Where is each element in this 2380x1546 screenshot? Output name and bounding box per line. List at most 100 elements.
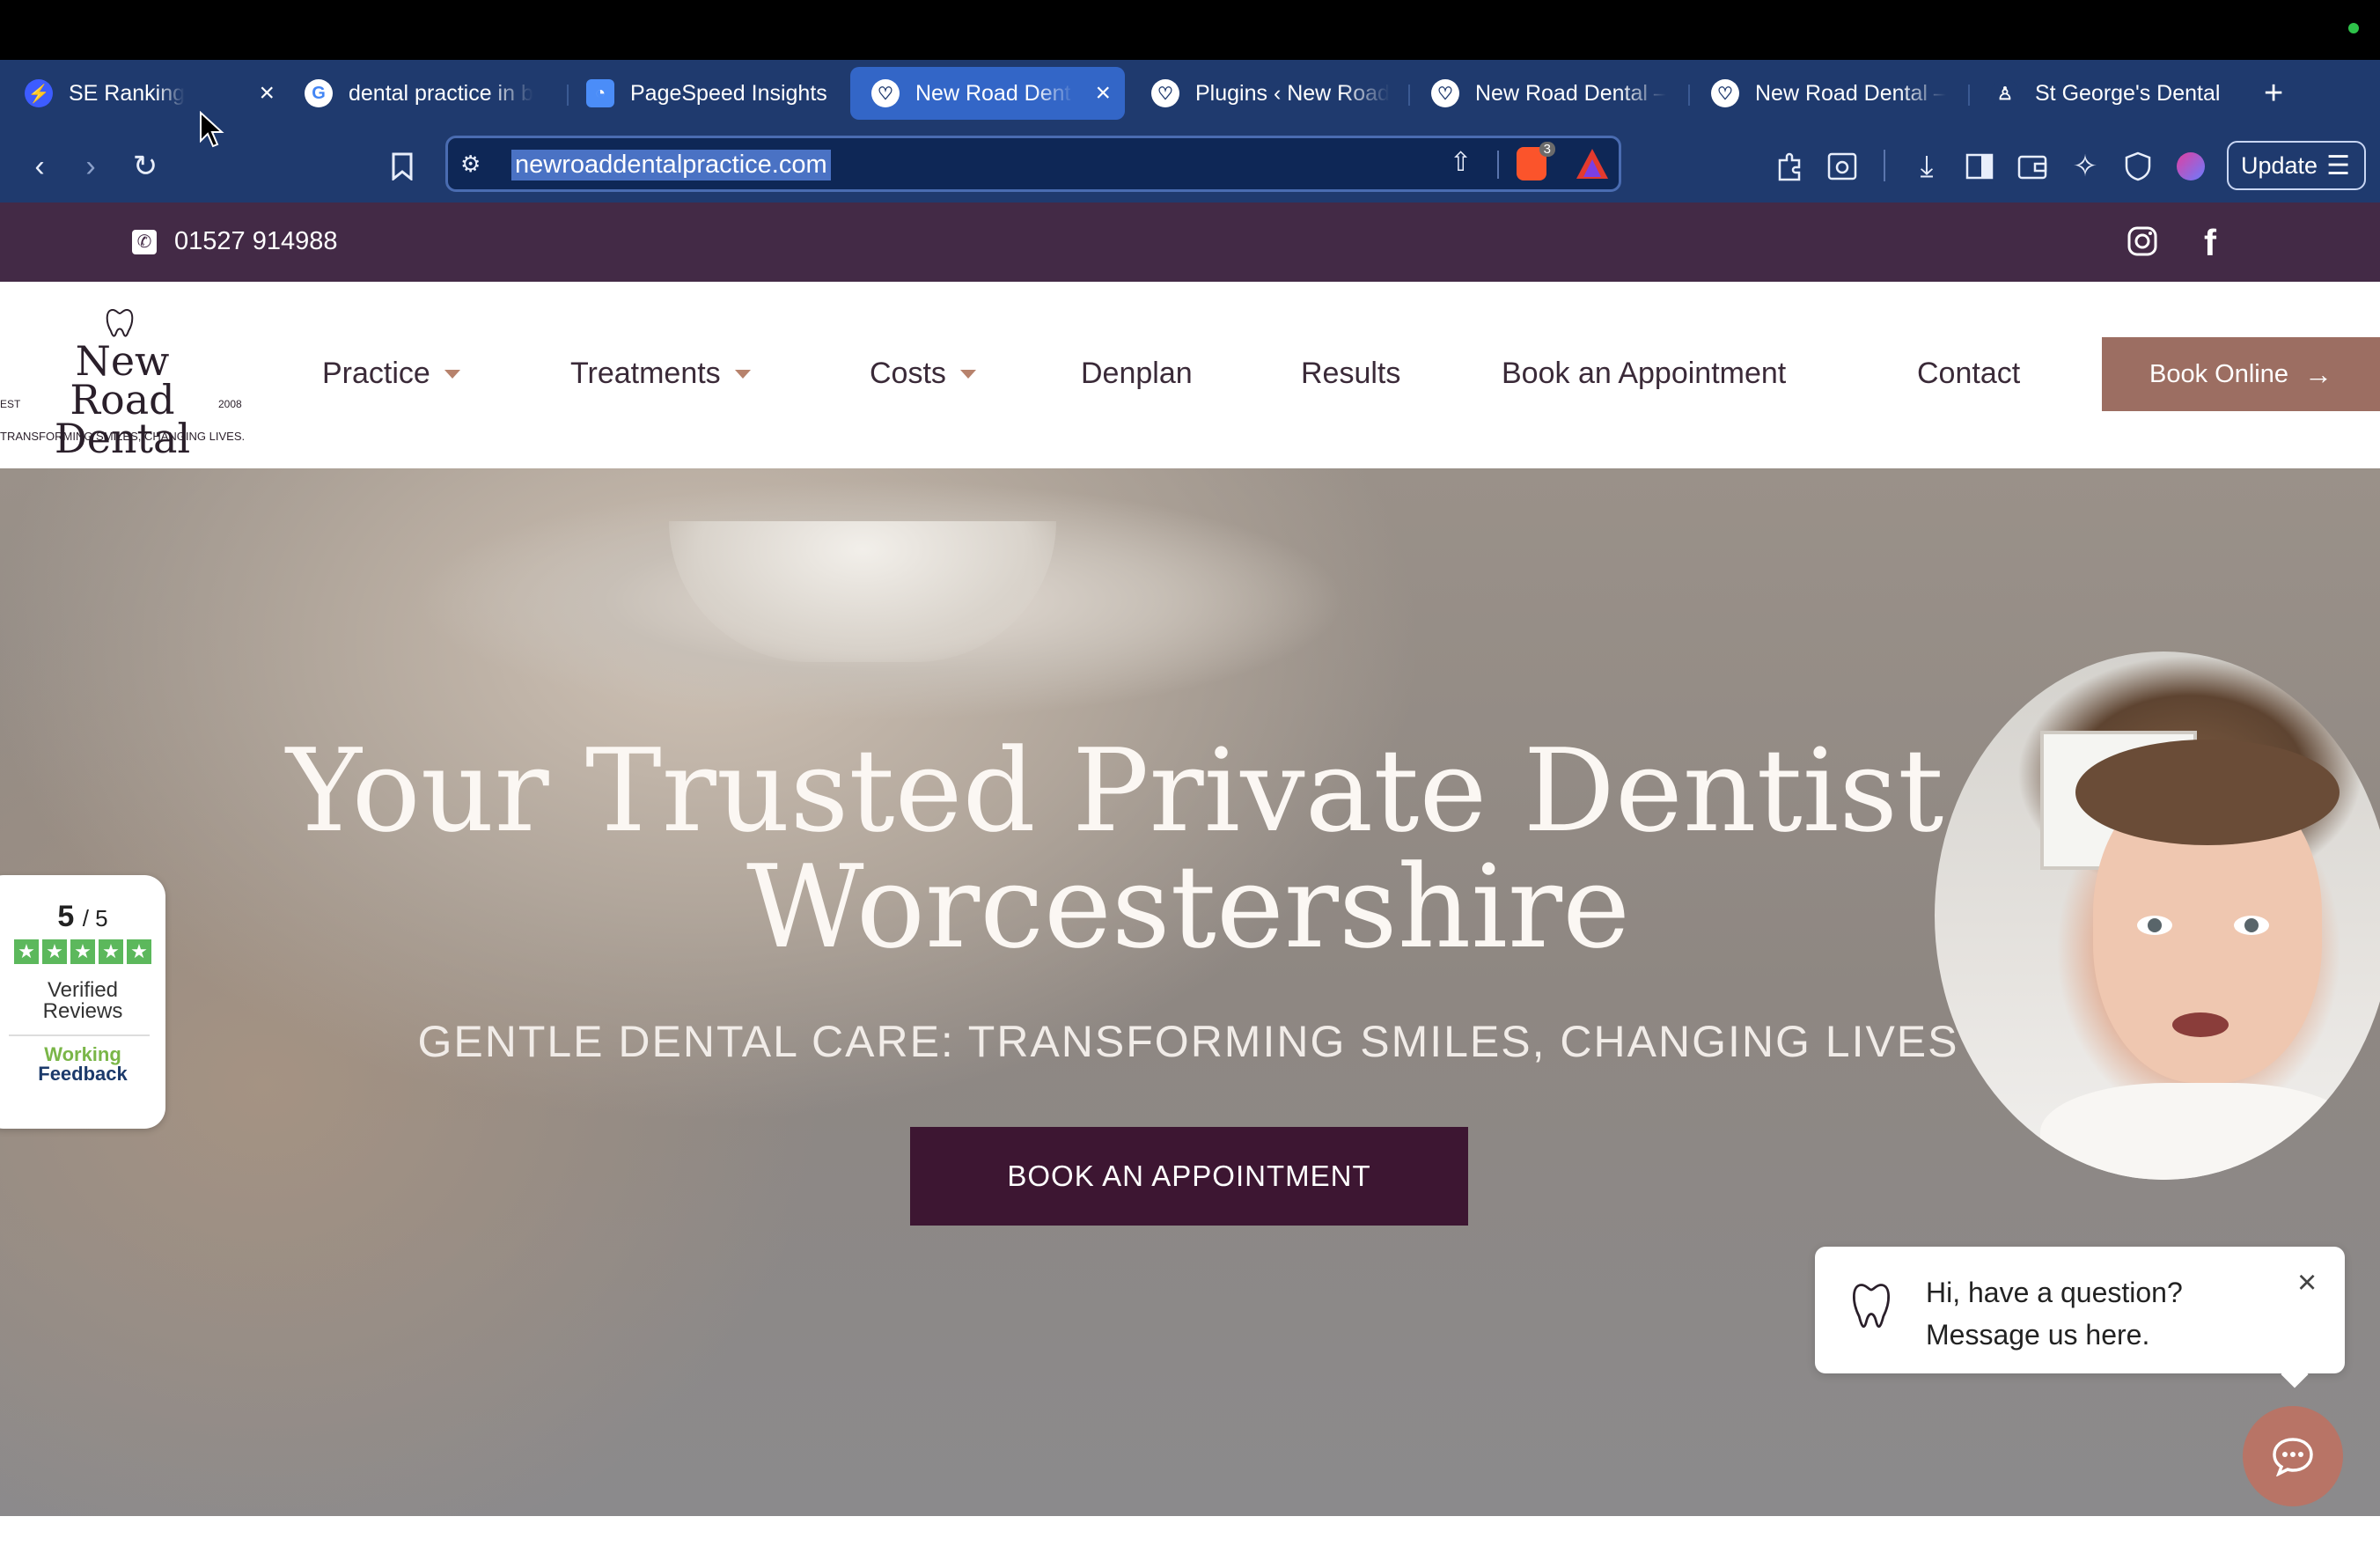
system-bar <box>0 0 2380 60</box>
url-text[interactable]: newroaddentalpractice.com <box>511 150 831 180</box>
camera-indicator-icon <box>2348 23 2359 33</box>
hero-background-smile <box>669 521 1056 662</box>
hero-title-line1: Your Trusted Private Dentist in <box>286 724 2090 858</box>
tab-title: PageSpeed Insights <box>630 80 827 106</box>
nav-label: Book an Appointment <box>1502 357 1787 390</box>
phone-link[interactable]: ✆ 01527 914988 <box>132 227 337 256</box>
shields-count-badge: 3 <box>1539 142 1555 157</box>
site-settings-icon[interactable]: ⚙ <box>460 151 481 178</box>
tab-plugins[interactable]: ♡ Plugins ‹ New Road <box>1151 67 1407 120</box>
nav-label: Contact <box>1917 357 2021 390</box>
tab-divider <box>1688 85 1690 106</box>
brave-shields-icon[interactable]: 3 <box>1517 142 1555 180</box>
se-ranking-icon: ⚡ <box>25 79 53 107</box>
tab-title: SE Ranking <box>69 80 186 106</box>
tab-title: dental practice in b <box>349 80 533 106</box>
nav-label: Practice <box>322 357 430 390</box>
logo-est: EST <box>0 398 21 410</box>
nav-contact[interactable]: Contact <box>1917 357 2020 391</box>
star-icon: ★ <box>70 939 95 964</box>
hero-title-line2: Worcestershire <box>746 840 1631 974</box>
chat-button[interactable] <box>2243 1406 2343 1506</box>
tab-pagespeed[interactable]: ◔ PageSpeed Insights <box>586 67 850 120</box>
chevron-down-icon <box>734 369 751 379</box>
close-tab-icon[interactable]: × <box>1095 78 1111 108</box>
hero-subtitle: GENTLE DENTAL CARE: TRANSFORMING SMILES,… <box>417 1017 1959 1066</box>
tab-se-ranking[interactable]: ⚡ SE Ranking × <box>7 67 289 120</box>
tab-title: Plugins ‹ New Road <box>1195 80 1390 106</box>
back-icon[interactable]: ‹ <box>19 146 60 187</box>
nav-label: Results <box>1301 357 1401 390</box>
tooth-icon: ♡ <box>1431 79 1459 107</box>
tab-divider <box>567 85 569 106</box>
brave-rewards-icon[interactable] <box>1575 147 1610 185</box>
working-feedback-brand-2: Feedback <box>38 1063 128 1085</box>
divider <box>1497 151 1499 179</box>
person-shirt <box>2040 1083 2357 1180</box>
nav-practice[interactable]: Practice <box>322 357 460 391</box>
page-below-hero <box>0 1516 2380 1546</box>
tab-title: New Road Dent <box>915 80 1071 106</box>
vpn-icon[interactable] <box>2118 146 2158 187</box>
nav-label: Costs <box>870 357 946 390</box>
logo-year: 2008 <box>218 398 242 410</box>
tab-title: New Road Dental – <box>1475 80 1666 106</box>
tab-google-search[interactable]: G dental practice in b <box>305 67 551 120</box>
profile-avatar-icon[interactable] <box>2171 146 2211 187</box>
tab-new-road-dental-2[interactable]: ♡ New Road Dental – <box>1431 67 1686 120</box>
leo-ai-icon[interactable]: ✧ <box>2065 146 2105 187</box>
nav-treatments[interactable]: Treatments <box>570 357 751 391</box>
site-logo[interactable]: New Road Dental EST 2008 TRANSFORMING SM… <box>0 306 255 459</box>
bookmark-icon[interactable] <box>382 146 422 187</box>
tab-divider <box>1968 85 1970 106</box>
sidebar-icon[interactable] <box>1959 146 2000 187</box>
phone-number: 01527 914988 <box>174 227 338 255</box>
close-tab-icon[interactable]: × <box>259 78 275 108</box>
reviews-label: Reviews <box>42 999 123 1023</box>
hero-section: Your Trusted Private Dentist in Worceste… <box>0 468 2380 1516</box>
tab-new-road-dental-active[interactable]: ♡ New Road Dent × <box>850 67 1125 120</box>
close-icon[interactable]: × <box>2297 1264 2317 1302</box>
page-search-icon[interactable] <box>1822 146 1862 187</box>
nav-costs[interactable]: Costs <box>870 357 976 391</box>
tooth-logo-icon <box>1853 1284 1890 1329</box>
nav-book-appointment[interactable]: Book an Appointment <box>1502 357 1786 391</box>
tab-new-road-dental-3[interactable]: ♡ New Road Dental – <box>1711 67 1966 120</box>
star-icon: ★ <box>99 939 123 964</box>
google-icon: G <box>305 79 333 107</box>
site-header: New Road Dental EST 2008 TRANSFORMING SM… <box>0 282 2380 468</box>
wallet-icon[interactable] <box>2012 146 2053 187</box>
chat-prompt[interactable]: Hi, have a question? Message us here. × <box>1815 1247 2345 1388</box>
book-online-button[interactable]: Book Online → <box>2102 337 2380 411</box>
star-icon: ★ <box>127 939 151 964</box>
share-icon[interactable]: ⇧ <box>1450 147 1472 178</box>
st-georges-icon: ♙ <box>1991 79 2019 107</box>
mouth <box>2172 1012 2229 1037</box>
book-appointment-button[interactable]: BOOK AN APPOINTMENT <box>910 1127 1468 1226</box>
facebook-icon[interactable]: f <box>2204 222 2216 264</box>
tooth-icon: ♡ <box>1711 79 1739 107</box>
chat-line2: Message us here. <box>1926 1319 2150 1351</box>
star-icon: ★ <box>42 939 67 964</box>
tooth-icon: ♡ <box>1151 79 1179 107</box>
nav-denplan[interactable]: Denplan <box>1081 357 1193 391</box>
address-bar[interactable]: ⚙ newroaddentalpractice.com ⇧ 3 <box>445 136 1621 192</box>
reviews-widget[interactable]: 5 / 5 ★ ★ ★ ★ ★ Verified Reviews Working Fee… <box>0 875 165 1129</box>
extensions-icon[interactable] <box>1769 146 1810 187</box>
update-button[interactable]: Update ☰ <box>2227 141 2366 190</box>
instagram-icon[interactable] <box>2127 225 2158 261</box>
tab-st-georges[interactable]: ♙ St George's Dental <box>1991 67 2246 120</box>
reload-icon[interactable]: ↻ <box>125 146 165 187</box>
working-feedback-brand-1: Working <box>44 1043 121 1065</box>
nav-results[interactable]: Results <box>1301 357 1400 391</box>
forward-icon[interactable]: › <box>70 146 111 187</box>
nav-label: Denplan <box>1081 357 1193 390</box>
webcam-overlay <box>1935 652 2380 1180</box>
menu-icon: ☰ <box>2326 151 2350 180</box>
update-label: Update <box>2241 151 2318 179</box>
download-icon[interactable]: ⤓ <box>1906 146 1947 187</box>
new-tab-button[interactable]: + <box>2264 67 2308 120</box>
divider <box>1884 150 1885 181</box>
tooth-logo-icon <box>106 308 134 337</box>
eye-right <box>2234 916 2269 935</box>
